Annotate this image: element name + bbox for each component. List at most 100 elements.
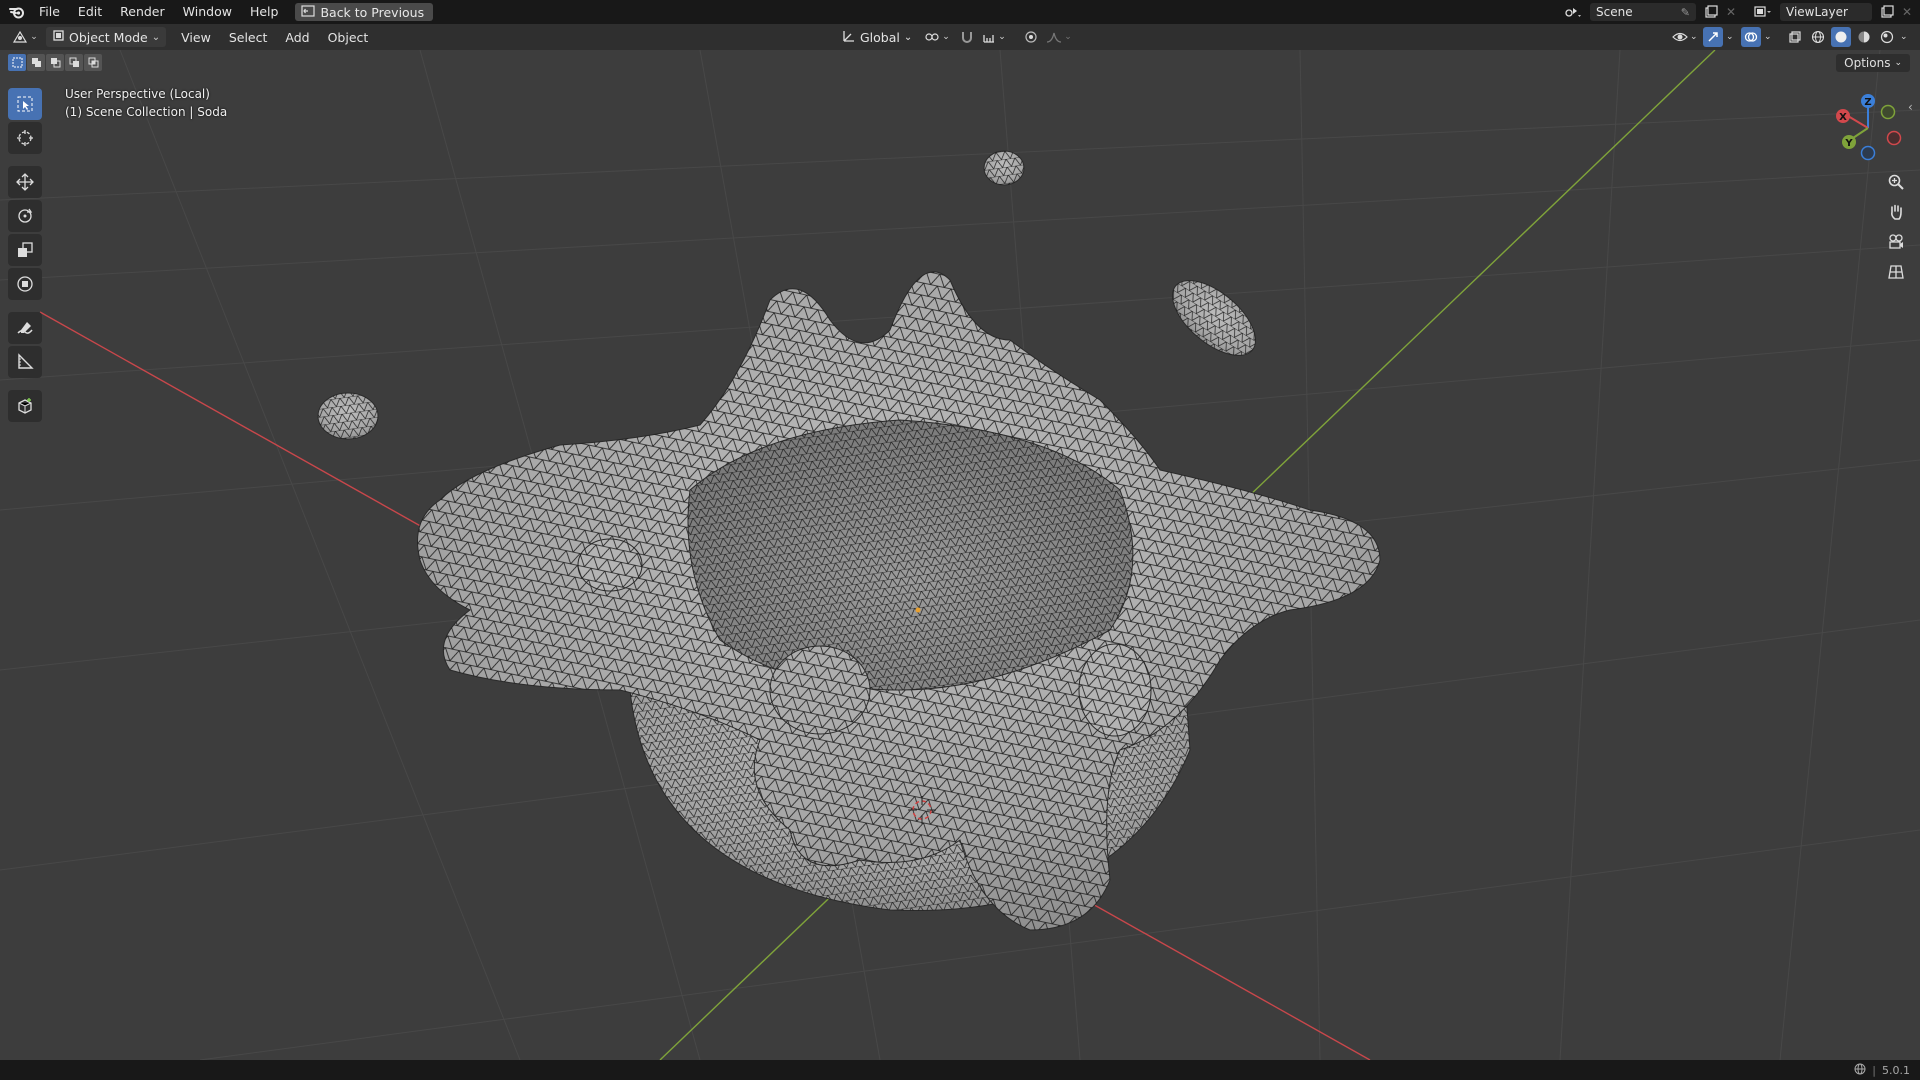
menu-window[interactable]: Window — [174, 0, 241, 24]
view-layer-field[interactable]: ViewLayer — [1780, 3, 1872, 21]
mesh-rim-lobe-wire — [578, 539, 642, 591]
scene-name: Scene — [1596, 5, 1633, 19]
pan-hand-icon[interactable] — [1882, 198, 1910, 226]
annotate-icon[interactable] — [8, 312, 42, 344]
mode-label: Object Mode — [69, 29, 148, 45]
perspective-toggle-icon[interactable] — [1882, 258, 1910, 286]
header-menu-view[interactable]: View — [172, 30, 220, 45]
select-intersect-icon[interactable] — [84, 54, 102, 71]
status-divider: | — [1872, 1063, 1876, 1077]
toolbar — [8, 86, 48, 424]
xray-toggle-icon[interactable] — [1785, 30, 1805, 44]
blender-logo-icon[interactable] — [4, 0, 30, 24]
editor-type-icon[interactable]: ⌄ — [8, 27, 42, 47]
menu-help[interactable]: Help — [241, 0, 288, 24]
perspective-label: User Perspective (Local) — [65, 87, 210, 101]
header-menu-select[interactable]: Select — [220, 30, 277, 45]
visibility-selectability-icon[interactable]: ⌄ — [1672, 30, 1700, 44]
menu-render[interactable]: Render — [111, 0, 174, 24]
snap-magnet-icon[interactable] — [958, 30, 976, 44]
sidebar-toggle-icon[interactable]: ‹ — [1908, 100, 1918, 114]
snap-target-icon[interactable]: ⌄ — [982, 30, 1008, 44]
orientation-dropdown[interactable]: Global ⌄ — [836, 27, 918, 47]
soda-mesh[interactable] — [417, 271, 1381, 931]
select-new-icon[interactable] — [8, 54, 26, 71]
overlays-toggle-icon[interactable] — [1741, 27, 1761, 47]
rendered-shading-icon[interactable] — [1877, 30, 1897, 44]
menu-edit[interactable]: Edit — [69, 0, 111, 24]
droplet-wire — [984, 151, 1024, 185]
pin-icon[interactable]: ✎ — [1681, 6, 1690, 19]
viewport-header: ⌄ Object Mode ⌄ View Select Add Object G… — [0, 24, 1920, 50]
select-box-icon[interactable] — [8, 88, 42, 120]
back-to-previous-button[interactable]: Back to Previous — [295, 3, 434, 21]
object-origin-dot — [915, 607, 921, 613]
move-icon[interactable] — [8, 166, 42, 198]
orientation-label: Global — [860, 29, 900, 45]
options-label: Options — [1844, 56, 1891, 70]
new-scene-icon[interactable] — [1700, 3, 1722, 21]
viewport-info: User Perspective (Local) (1) Scene Colle… — [65, 85, 227, 121]
mesh-rim-lobe-wire — [770, 646, 870, 734]
gizmo-z-label: Z — [1864, 97, 1871, 108]
pivot-point-icon[interactable]: ⌄ — [924, 30, 952, 44]
droplet-wire — [1172, 280, 1256, 356]
orientation-axes-icon — [842, 29, 856, 46]
network-globe-icon[interactable] — [1854, 1063, 1866, 1078]
delete-view-layer-icon[interactable]: ✕ — [1902, 5, 1916, 19]
viewport-scene[interactable] — [0, 50, 1920, 1060]
cursor-icon[interactable] — [8, 122, 42, 154]
material-shading-icon[interactable] — [1854, 30, 1874, 44]
gizmo-x-negative[interactable] — [1886, 130, 1902, 146]
zoom-icon[interactable] — [1882, 168, 1910, 196]
chevron-down-icon: ⌄ — [903, 31, 913, 43]
rotate-icon[interactable] — [8, 200, 42, 232]
menu-file[interactable]: File — [30, 0, 69, 24]
view-layer-selector-icon[interactable] — [1750, 3, 1776, 21]
gizmo-z-negative[interactable] — [1860, 145, 1876, 161]
solid-shading-icon[interactable] — [1831, 27, 1851, 47]
scale-icon[interactable] — [8, 234, 42, 266]
shading-dropdown-icon[interactable]: ⌄ — [1900, 32, 1912, 42]
mesh-bowl-interior-wire — [688, 420, 1133, 690]
scene-name-field[interactable]: Scene ✎ — [1590, 3, 1696, 21]
proportional-edit-icon[interactable] — [1022, 30, 1040, 44]
object-mode-icon — [52, 29, 65, 45]
mesh-rim-lobe-wire — [1079, 644, 1151, 736]
gizmo-y-label: Y — [1844, 138, 1853, 149]
transform-icon[interactable] — [8, 268, 42, 300]
header-menu-add[interactable]: Add — [276, 30, 318, 45]
select-invert-icon[interactable] — [65, 54, 83, 71]
measure-icon[interactable] — [8, 346, 42, 378]
transform-controls: Global ⌄ ⌄ ⌄ ⌄ — [836, 27, 1074, 47]
scene-selector-icon[interactable] — [1560, 3, 1586, 21]
chevron-down-icon: ⌄ — [1894, 58, 1902, 68]
wireframe-shading-icon[interactable] — [1808, 30, 1828, 44]
select-subtract-icon[interactable] — [46, 54, 64, 71]
overlays-dropdown-icon[interactable]: ⌄ — [1764, 32, 1776, 42]
add-cube-icon[interactable] — [8, 390, 42, 422]
droplet-wire — [318, 393, 378, 439]
back-to-previous-label: Back to Previous — [320, 4, 425, 20]
status-bar: | 5.0.1 — [0, 1060, 1920, 1080]
new-view-layer-icon[interactable] — [1876, 3, 1898, 21]
falloff-curve-icon[interactable]: ⌄ — [1046, 31, 1074, 43]
top-menu-bar: File Edit Render Window Help Back to Pre… — [0, 0, 1920, 24]
options-dropdown[interactable]: Options ⌄ — [1836, 54, 1910, 72]
gizmo-x-label: X — [1839, 112, 1847, 123]
gizmo-dropdown-icon[interactable]: ⌄ — [1726, 32, 1738, 42]
mode-dropdown[interactable]: Object Mode ⌄ — [46, 27, 167, 47]
selection-mode-group — [8, 54, 102, 71]
viewport-display-controls: ⌄ ⌄ ⌄ ⌄ — [1672, 27, 1912, 47]
header-menu-object[interactable]: Object — [319, 30, 378, 45]
back-screen-icon — [301, 4, 316, 20]
camera-view-icon[interactable] — [1882, 228, 1910, 256]
delete-scene-icon[interactable]: ✕ — [1726, 5, 1740, 19]
navigation-gizmo[interactable]: Z X Y — [1828, 90, 1908, 170]
gizmo-y-negative[interactable] — [1880, 104, 1896, 120]
select-extend-icon[interactable] — [27, 54, 45, 71]
view-layer-name: ViewLayer — [1786, 5, 1848, 19]
top-right-area: Scene ✎ ✕ ViewLayer ✕ — [1560, 0, 1920, 24]
gizmo-toggle-icon[interactable] — [1703, 27, 1723, 47]
collection-label: (1) Scene Collection | Soda — [65, 105, 228, 119]
